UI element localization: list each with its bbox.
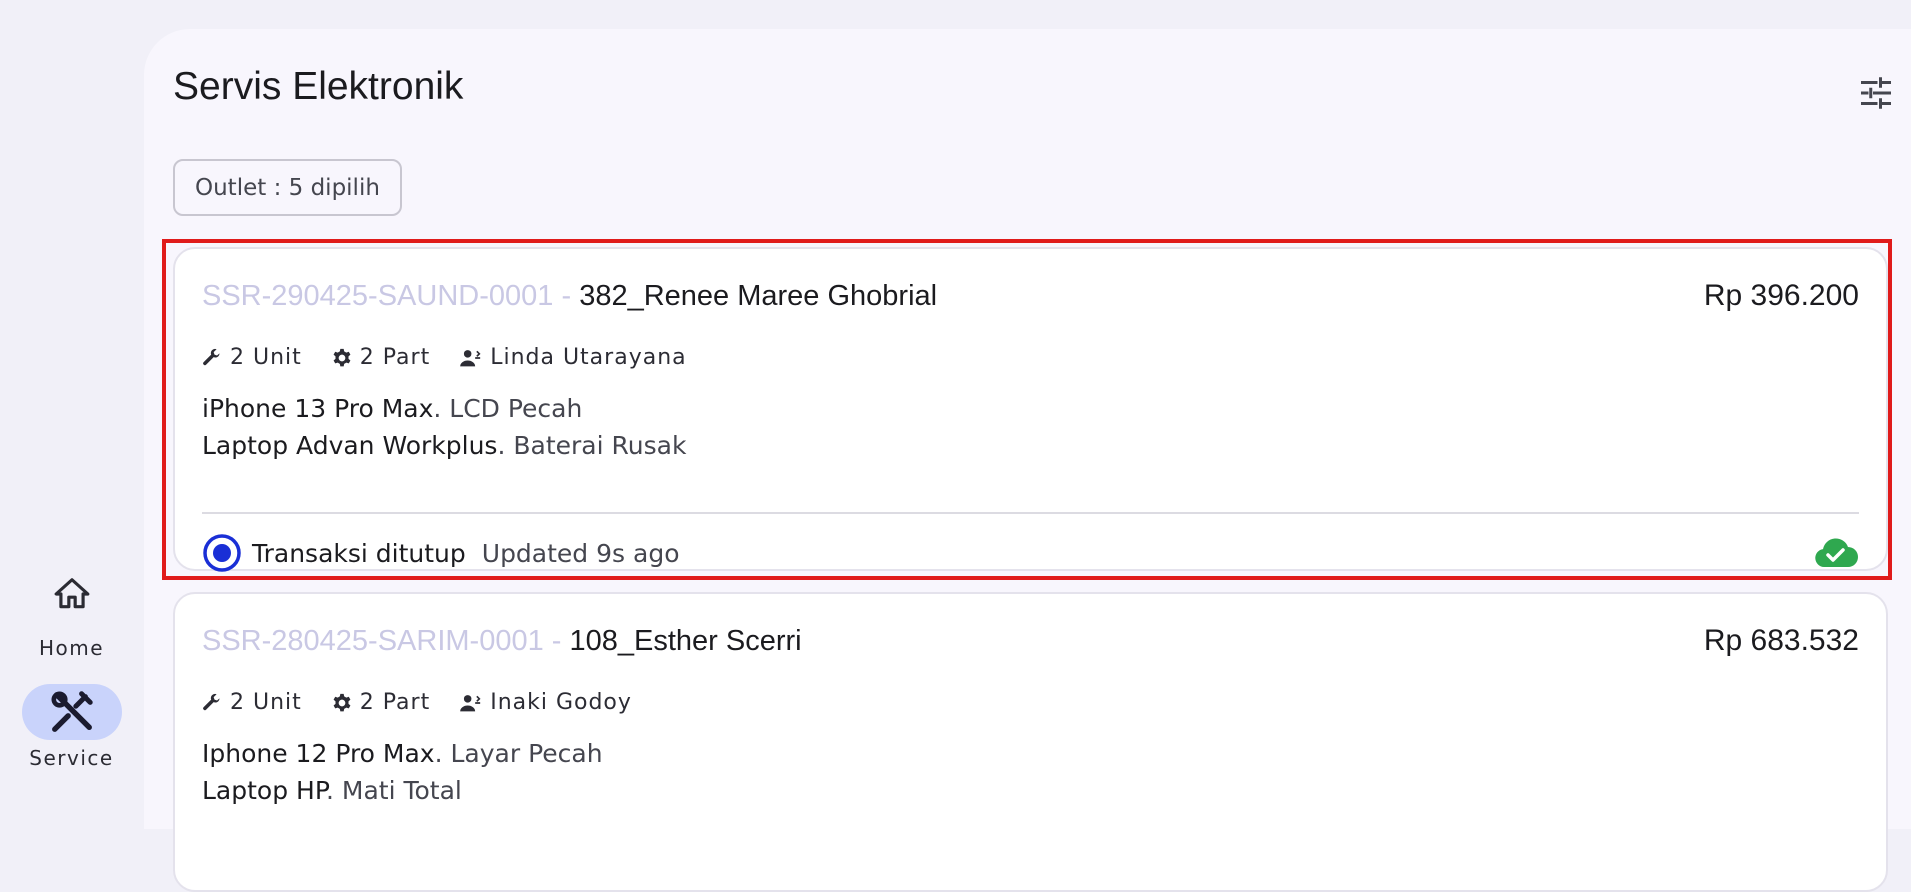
- gear-icon: [333, 348, 351, 366]
- tune-icon: [1861, 77, 1891, 109]
- device-name: Laptop Advan Workplus: [202, 431, 498, 460]
- customer-name: 382_Renee Maree Ghobrial: [579, 280, 938, 312]
- navigation-rail: Home Service: [0, 0, 143, 785]
- gear-icon: [333, 693, 351, 711]
- order-meta: 2 Unit 2 Part Linda Utarayana: [202, 345, 717, 370]
- customer-name: 108_Esther Scerri: [569, 625, 802, 657]
- device-list: iPhone 13 Pro Max. LCD Pecah Laptop Adva…: [202, 390, 686, 464]
- service-order-card[interactable]: SSR-290425-SAUND-0001 - 382_Renee Maree …: [173, 247, 1888, 573]
- part-count: 2 Part: [359, 345, 431, 370]
- cloud-check-icon: [1815, 538, 1858, 567]
- part-count: 2 Part: [359, 690, 431, 715]
- status-radio-icon: [203, 534, 241, 572]
- title-separator: -: [543, 625, 570, 657]
- device-issue: . LCD Pecah: [433, 394, 583, 423]
- device-item: Iphone 12 Pro Max. Layar Pecah: [202, 735, 603, 772]
- device-item: Laptop Advan Workplus. Baterai Rusak: [202, 427, 686, 464]
- title-separator: -: [553, 280, 580, 312]
- unit-count: 2 Unit: [230, 690, 302, 715]
- home-icon: [22, 566, 122, 622]
- device-issue: . Baterai Rusak: [497, 431, 687, 460]
- device-issue: . Layar Pecah: [434, 739, 603, 768]
- status-label: Transaksi ditutup: [252, 538, 466, 568]
- wrench-icon: [203, 693, 220, 710]
- nav-item-service-label: Service: [29, 746, 114, 770]
- technician-name: Inaki Godoy: [490, 690, 632, 715]
- order-meta: 2 Unit 2 Part Inaki Godoy: [202, 690, 662, 715]
- tools-icon: [21, 684, 122, 740]
- device-issue: . Mati Total: [326, 776, 462, 805]
- order-price: Rp 683.532: [1703, 624, 1859, 657]
- nav-item-home-label: Home: [38, 636, 105, 660]
- order-title: SSR-280425-SARIM-0001 - 108_Esther Scerr…: [202, 625, 802, 658]
- device-name: Iphone 12 Pro Max: [202, 739, 435, 768]
- order-code: SSR-290425-SAUND-0001: [202, 280, 554, 312]
- device-name: Laptop HP: [202, 776, 327, 805]
- order-price: Rp 396.200: [1703, 279, 1859, 312]
- technician-name: Linda Utarayana: [490, 345, 687, 370]
- device-item: iPhone 13 Pro Max. LCD Pecah: [202, 390, 686, 427]
- device-item: Laptop HP. Mati Total: [202, 772, 603, 809]
- filter-settings-button[interactable]: [1850, 67, 1902, 119]
- technician-icon: [460, 349, 481, 366]
- nav-item-service[interactable]: Service: [0, 684, 143, 770]
- service-order-card[interactable]: SSR-280425-SARIM-0001 - 108_Esther Scerr…: [173, 592, 1888, 892]
- nav-item-home[interactable]: Home: [0, 566, 143, 660]
- status-row: Transaksi ditutup Updated 9s ago: [202, 533, 1859, 573]
- wrench-icon: [203, 348, 220, 365]
- technician-icon: [460, 694, 481, 711]
- card-divider: [202, 512, 1859, 514]
- unit-count: 2 Unit: [230, 345, 302, 370]
- page-title: Servis Elektronik: [173, 65, 464, 108]
- order-title: SSR-290425-SAUND-0001 - 382_Renee Maree …: [202, 280, 937, 313]
- updated-time: Updated 9s ago: [481, 538, 680, 568]
- main-panel: Servis Elektronik Outlet : 5 dipilih SSR…: [144, 29, 1911, 892]
- outlet-filter-chip[interactable]: Outlet : 5 dipilih: [173, 159, 402, 216]
- device-list: Iphone 12 Pro Max. Layar Pecah Laptop HP…: [202, 735, 603, 809]
- device-name: iPhone 13 Pro Max: [202, 394, 434, 423]
- order-code: SSR-280425-SARIM-0001: [202, 625, 544, 657]
